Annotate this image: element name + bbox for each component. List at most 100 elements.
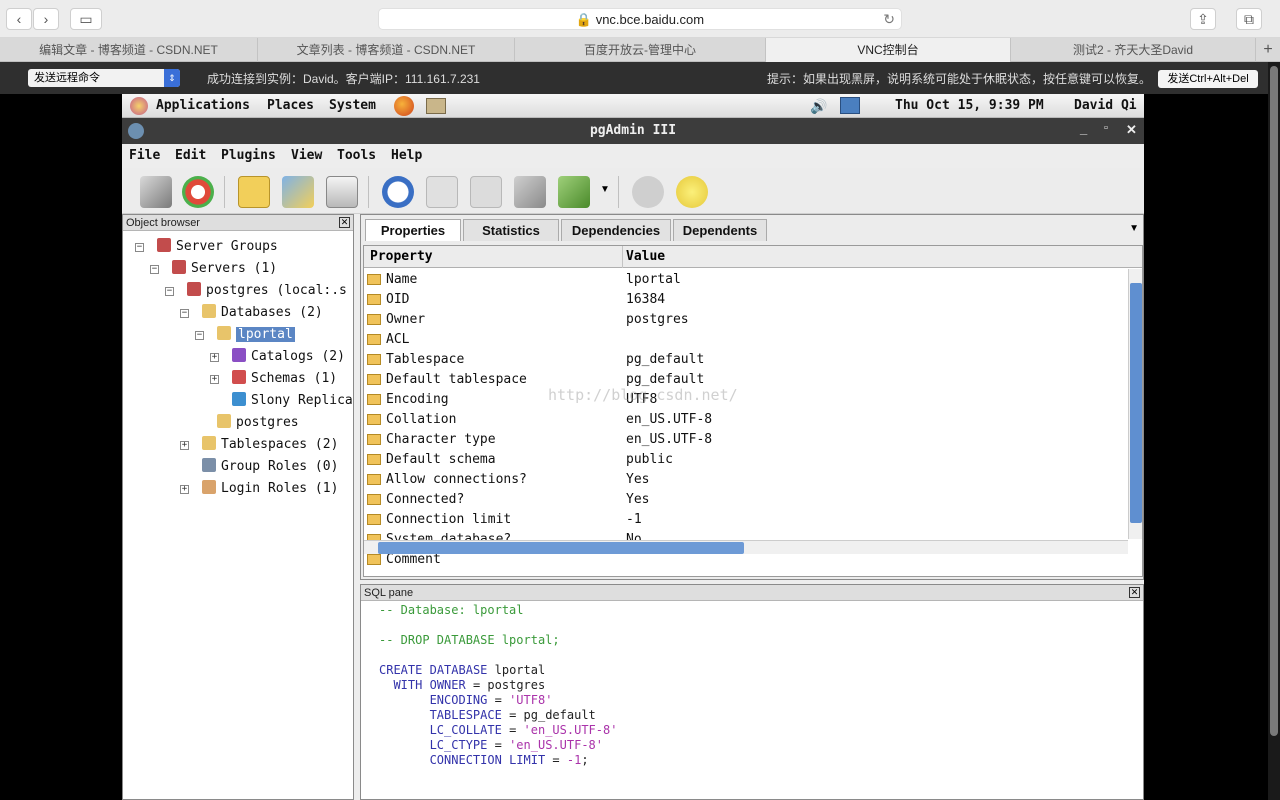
collapse-icon[interactable]: − — [165, 287, 174, 296]
menu-help[interactable]: Help — [391, 148, 422, 163]
tab-statistics[interactable]: Statistics — [463, 219, 559, 241]
page-scrollbar[interactable] — [1268, 62, 1280, 800]
property-name: Connected? — [386, 492, 465, 507]
tree-item[interactable]: lportal — [217, 325, 295, 345]
property-row[interactable]: Collation en_US.UTF-8 — [364, 410, 1128, 430]
tab-overview-button[interactable]: ⧉ — [1236, 8, 1262, 30]
reload-icon[interactable]: ↻ — [883, 9, 895, 30]
close-icon[interactable]: ✕ — [339, 217, 350, 228]
property-row[interactable]: Encoding UTF8 — [364, 390, 1128, 410]
trash-icon[interactable] — [326, 176, 358, 208]
sidebar-toggle-button[interactable]: ▭ — [70, 8, 102, 30]
menu-tools[interactable]: Tools — [337, 148, 376, 163]
tree-item[interactable]: postgres — [217, 413, 299, 433]
tree-item[interactable]: Servers (1) — [172, 259, 277, 279]
browser-tab[interactable]: 文章列表 - 博客频道 - CSDN.NET — [258, 38, 515, 62]
menu-applications[interactable]: Applications — [156, 98, 250, 113]
close-icon[interactable]: ✕ — [1129, 587, 1140, 598]
property-row[interactable]: Tablespace pg_default — [364, 350, 1128, 370]
property-value: postgres — [626, 312, 689, 327]
menu-file[interactable]: File — [129, 148, 160, 163]
vertical-scrollbar[interactable] — [1128, 269, 1142, 539]
tree-item[interactable]: Group Roles (0) — [202, 457, 338, 477]
menu-places[interactable]: Places — [267, 98, 314, 113]
property-row[interactable]: Default schema public — [364, 450, 1128, 470]
property-icon — [367, 354, 381, 365]
close-button[interactable]: ✕ — [1126, 122, 1137, 138]
property-row[interactable]: System database? No — [364, 530, 1128, 540]
maximize-button[interactable]: ▫ — [1104, 122, 1108, 134]
gnome-foot-icon[interactable] — [130, 97, 148, 115]
property-row[interactable]: Allow connections? Yes — [364, 470, 1128, 490]
url-bar[interactable]: 🔒 vnc.bce.baidu.com ↻ — [378, 8, 902, 30]
browser-tab[interactable]: 测试2 - 齐天大圣David — [1011, 38, 1256, 62]
send-ctrl-alt-del-button[interactable]: 发送Ctrl+Alt+Del — [1158, 70, 1258, 88]
minimize-button[interactable]: _ — [1080, 121, 1087, 136]
chevron-down-icon[interactable]: ▼ — [600, 184, 610, 195]
menu-system[interactable]: System — [329, 98, 376, 113]
tree-item[interactable]: Tablespaces (2) — [202, 435, 338, 455]
menu-edit[interactable]: Edit — [175, 148, 206, 163]
property-row[interactable]: Name lportal — [364, 270, 1128, 290]
expand-icon[interactable]: + — [180, 441, 189, 450]
col-value-header[interactable]: Value — [626, 249, 665, 264]
tree-item[interactable]: Login Roles (1) — [202, 479, 338, 499]
col-property-header[interactable]: Property — [370, 249, 433, 264]
property-name: Default schema — [386, 452, 496, 467]
network-icon[interactable] — [840, 97, 860, 114]
property-row[interactable]: ACL — [364, 330, 1128, 350]
tree-item[interactable]: Schemas (1) — [232, 369, 337, 389]
collapse-icon[interactable]: − — [195, 331, 204, 340]
tree-item[interactable]: Catalogs (2) — [232, 347, 345, 367]
property-row[interactable]: Connected? Yes — [364, 490, 1128, 510]
collapse-icon[interactable]: − — [150, 265, 159, 274]
property-row[interactable]: Character type en_US.UTF-8 — [364, 430, 1128, 450]
tab-dependents[interactable]: Dependents — [673, 219, 767, 241]
remote-command-select[interactable]: 发送远程命令 ⇕ — [28, 69, 180, 87]
collapse-icon[interactable]: − — [135, 243, 144, 252]
menu-plugins[interactable]: Plugins — [221, 148, 276, 163]
property-icon — [367, 454, 381, 465]
mail-icon[interactable] — [426, 98, 446, 114]
plugins-icon[interactable] — [558, 176, 590, 208]
table-icon[interactable] — [426, 176, 458, 208]
refresh-icon[interactable] — [182, 176, 214, 208]
tab-menu-chevron-icon[interactable]: ▼ — [1129, 223, 1139, 234]
menu-view[interactable]: View — [291, 148, 322, 163]
expand-icon[interactable]: + — [210, 353, 219, 362]
sql-icon[interactable] — [382, 176, 414, 208]
back-button[interactable]: ‹ — [6, 8, 32, 30]
tab-dependencies[interactable]: Dependencies — [561, 219, 671, 241]
tree-item[interactable]: postgres (local:.s — [187, 281, 347, 301]
clock[interactable]: Thu Oct 15, 9:39 PM — [895, 98, 1044, 113]
tree-item[interactable]: Databases (2) — [202, 303, 323, 323]
browser-tab[interactable]: 百度开放云-管理中心 — [515, 38, 766, 62]
horizontal-scrollbar[interactable] — [364, 540, 1128, 554]
browser-tab[interactable]: 编辑文章 - 博客频道 - CSDN.NET — [0, 38, 258, 62]
collapse-icon[interactable]: − — [180, 309, 189, 318]
create-icon[interactable] — [282, 176, 314, 208]
data-filter-icon[interactable] — [470, 176, 502, 208]
expand-icon[interactable]: + — [210, 375, 219, 384]
wrench-icon[interactable] — [514, 176, 546, 208]
property-row[interactable]: Default tablespace pg_default — [364, 370, 1128, 390]
expand-icon[interactable]: + — [180, 485, 189, 494]
properties-icon[interactable] — [238, 176, 270, 208]
plug-icon[interactable] — [140, 176, 172, 208]
property-row[interactable]: Connection limit -1 — [364, 510, 1128, 530]
user-menu[interactable]: David Qi — [1074, 98, 1137, 113]
tree-item[interactable]: Slony Replica — [232, 391, 353, 411]
property-row[interactable]: Owner postgres — [364, 310, 1128, 330]
property-row[interactable]: OID 16384 — [364, 290, 1128, 310]
tab-properties[interactable]: Properties — [365, 219, 461, 241]
firefox-icon[interactable] — [394, 96, 414, 116]
volume-icon[interactable]: 🔊 — [810, 98, 827, 115]
browser-tab-active[interactable]: VNC控制台 — [766, 38, 1011, 62]
tree-item[interactable]: Server Groups — [157, 237, 278, 257]
help-icon[interactable] — [676, 176, 708, 208]
properties-grid: Property Value Name lportal OID 16384 Owner p… — [363, 245, 1143, 577]
new-tab-button[interactable]: + — [1256, 38, 1280, 62]
hint-icon[interactable] — [632, 176, 664, 208]
share-button[interactable]: ⇪ — [1190, 8, 1216, 30]
forward-button[interactable]: › — [33, 8, 59, 30]
